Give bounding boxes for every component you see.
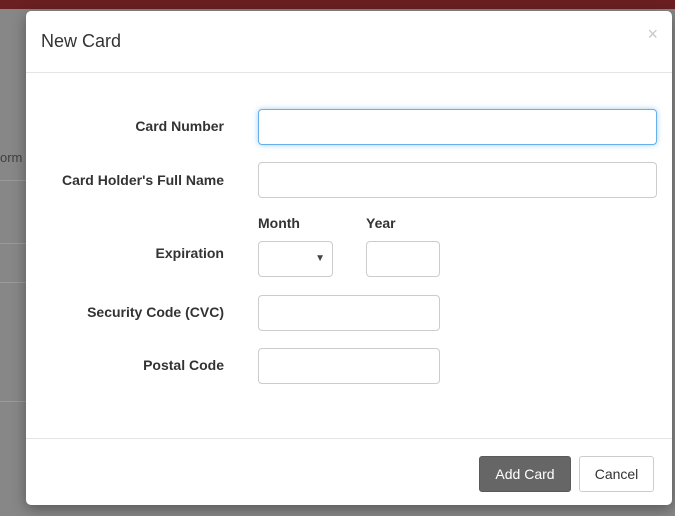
cancel-button[interactable]: Cancel bbox=[579, 456, 654, 492]
month-label: Month bbox=[258, 215, 300, 231]
background-topbar bbox=[0, 0, 675, 9]
expiration-month-select[interactable]: ▼ bbox=[258, 241, 333, 277]
card-holder-input[interactable] bbox=[258, 162, 657, 198]
year-label: Year bbox=[366, 215, 396, 231]
card-number-label: Card Number bbox=[135, 118, 224, 134]
add-card-button[interactable]: Add Card bbox=[479, 456, 571, 492]
modal-header: New Card × bbox=[26, 11, 672, 73]
expiration-label: Expiration bbox=[155, 245, 224, 261]
card-holder-label: Card Holder's Full Name bbox=[61, 172, 224, 188]
background-partial-text: orm bbox=[0, 150, 23, 165]
cvc-label: Security Code (CVC) bbox=[87, 304, 224, 320]
cvc-input[interactable] bbox=[258, 295, 440, 331]
caret-down-icon: ▼ bbox=[315, 253, 325, 264]
modal-footer: Add Card Cancel bbox=[26, 438, 672, 505]
new-card-modal: New Card × Card Number Card Holder's Ful… bbox=[26, 11, 672, 505]
postal-code-input[interactable] bbox=[258, 348, 440, 384]
card-number-input[interactable] bbox=[258, 109, 657, 145]
close-icon[interactable]: × bbox=[647, 25, 658, 43]
modal-title: New Card bbox=[41, 31, 122, 51]
postal-code-label: Postal Code bbox=[143, 357, 224, 373]
expiration-year-input[interactable] bbox=[366, 241, 440, 277]
